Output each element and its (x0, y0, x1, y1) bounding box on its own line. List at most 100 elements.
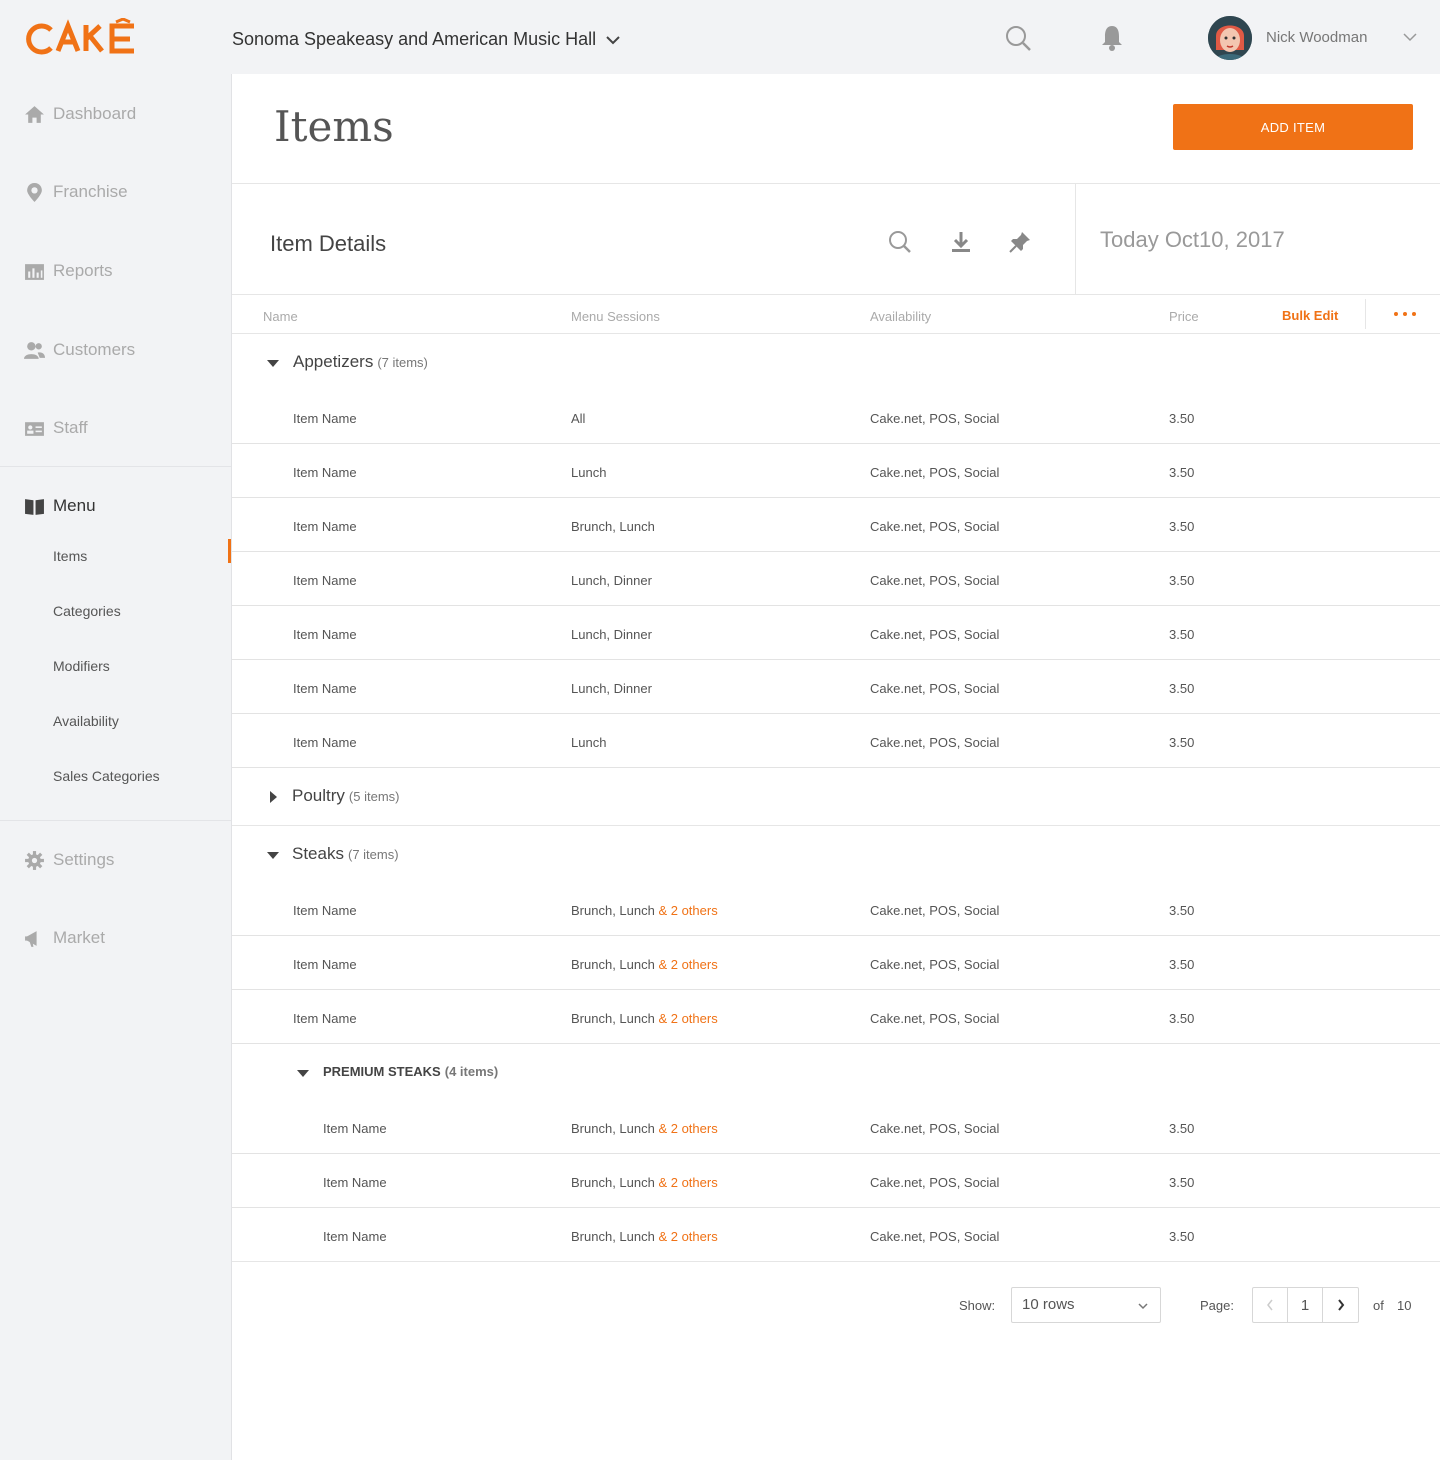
menu-sessions-cell: Brunch, Lunch & 2 others (571, 903, 718, 918)
availability-cell: Cake.net, POS, Social (870, 1121, 999, 1136)
sidebar-item-staff[interactable]: Staff (24, 416, 88, 440)
menu-sessions-cell-text: Lunch, Dinner (571, 573, 652, 588)
availability-cell: Cake.net, POS, Social (870, 681, 999, 696)
price-cell-text: 3.50 (1169, 903, 1195, 918)
next-page-button[interactable] (1323, 1288, 1358, 1322)
column-header-availability[interactable]: Availability (870, 309, 931, 324)
sidebar-item-label: Franchise (53, 182, 128, 201)
caret-down-icon[interactable] (266, 356, 280, 370)
sidebar-item-settings[interactable]: Settings (24, 848, 114, 872)
sidebar-item-label: Menu (53, 496, 96, 515)
column-header-menu-sessions[interactable]: Menu Sessions (571, 309, 660, 324)
search-icon[interactable] (1005, 25, 1031, 51)
table-row[interactable]: Item Name Lunch, Dinner Cake.net, POS, Soc… (232, 552, 1440, 606)
prev-page-button[interactable] (1253, 1288, 1288, 1322)
column-header-price[interactable]: Price (1169, 309, 1199, 324)
table-row[interactable]: Item Name All Cake.net, POS, Social 3.50 (232, 390, 1440, 444)
table-row[interactable]: Item Name Lunch Cake.net, POS, Social 3.50 (232, 444, 1440, 498)
item-name-cell-text: Item Name (323, 1229, 387, 1244)
caret-down-icon[interactable] (266, 848, 280, 862)
price-cell: 3.50 (1169, 573, 1194, 588)
chevron-down-icon[interactable] (1403, 32, 1417, 42)
more-sessions-link[interactable]: & 2 others (658, 1229, 717, 1244)
table-row[interactable]: Item Name Lunch, Dinner Cake.net, POS, Soc… (232, 606, 1440, 660)
group-header[interactable]: Poultry (5 items) (232, 768, 1440, 826)
table-row[interactable]: Item Name Lunch Cake.net, POS, Social 3.50 (232, 714, 1440, 768)
table-row[interactable]: Item Name Brunch, Lunch & 2 others Cake.ne… (232, 990, 1440, 1044)
table-row[interactable]: Item Name Brunch, Lunch & 2 others Cake.ne… (232, 1208, 1440, 1262)
download-icon[interactable] (949, 230, 973, 254)
sidebar-item-customers[interactable]: Customers (24, 338, 135, 362)
table-row[interactable]: Item Name Brunch, Lunch & 2 others Cake.ne… (232, 936, 1440, 990)
venue-selector[interactable]: Sonoma Speakeasy and American Music Hall (232, 29, 620, 50)
more-options-icon[interactable] (1392, 304, 1418, 324)
menu-sessions-cell-text: Brunch, Lunch (571, 1011, 659, 1026)
price-cell-text: 3.50 (1169, 465, 1195, 480)
price-cell: 3.50 (1169, 1011, 1194, 1026)
venue-name: Sonoma Speakeasy and American Music Hall (232, 29, 597, 49)
bulk-edit-link[interactable]: Bulk Edit (1282, 308, 1338, 323)
add-item-button[interactable]: ADD ITEM (1173, 104, 1413, 150)
cake-logo[interactable] (24, 18, 156, 58)
price-cell: 3.50 (1169, 903, 1194, 918)
availability-cell-text: Cake.net, POS, Social (870, 681, 1000, 696)
item-name-cell-text: Item Name (293, 465, 357, 480)
more-sessions-link[interactable]: & 2 others (658, 1121, 717, 1136)
divider (232, 1261, 1440, 1262)
table-row[interactable]: Item Name Brunch, Lunch & 2 others Cake.ne… (232, 1154, 1440, 1208)
price-cell: 3.50 (1169, 1121, 1194, 1136)
table-row[interactable]: Item Name Brunch, Lunch & 2 others Cake.ne… (232, 1100, 1440, 1154)
table-row[interactable]: Item Name Lunch, Dinner Cake.net, POS, Soc… (232, 660, 1440, 714)
menu-sessions-cell-text: Brunch, Lunch (571, 1121, 659, 1136)
availability-cell: Cake.net, POS, Social (870, 573, 999, 588)
table-row[interactable]: Item Name Brunch, Lunch Cake.net, POS, Soc… (232, 498, 1440, 552)
sidebar-item-dashboard[interactable]: Dashboard (24, 102, 136, 126)
bell-icon[interactable] (1100, 24, 1124, 52)
menu-sessions-cell-text: Lunch (571, 735, 607, 750)
sidebar-subitem-modifiers[interactable]: Modifiers (53, 658, 110, 674)
caret-right-icon[interactable] (266, 790, 280, 804)
rows-per-page-select[interactable]: 10 rows (1011, 1287, 1161, 1323)
divider (232, 183, 1440, 184)
group-header[interactable]: Appetizers (7 items) (232, 334, 1440, 390)
group-count: (7 items) (347, 847, 399, 862)
price-cell: 3.50 (1169, 681, 1194, 696)
menu-sessions-cell-text: All (571, 411, 586, 426)
group-name: Poultry (5 items) (292, 786, 399, 806)
user-name[interactable]: Nick Woodman (1266, 29, 1367, 46)
more-sessions-link[interactable]: & 2 others (658, 957, 717, 972)
sidebar-subitem-availability[interactable]: Availability (53, 713, 119, 729)
more-sessions-link[interactable]: & 2 others (658, 1175, 717, 1190)
sidebar-item-label: Dashboard (53, 104, 137, 123)
price-cell: 3.50 (1169, 957, 1194, 972)
sidebar-subitem-categories[interactable]: Categories (53, 603, 121, 619)
more-sessions-link[interactable]: & 2 others (658, 903, 717, 918)
table-row[interactable]: Item Name Brunch, Lunch & 2 others Cake.ne… (232, 882, 1440, 936)
price-cell-text: 3.50 (1169, 1121, 1195, 1136)
sidebar-item-menu[interactable]: Menu (24, 494, 96, 518)
subgroup-header[interactable]: PREMIUM STEAKS (4 items) (232, 1044, 1440, 1100)
caret-down-icon[interactable] (296, 1066, 310, 1080)
search-icon[interactable] (888, 230, 912, 254)
page-number-input[interactable]: 1 (1288, 1288, 1323, 1322)
sidebar-item-reports[interactable]: Reports (24, 259, 113, 283)
item-name-cell: Item Name (293, 519, 357, 534)
price-cell-text: 3.50 (1169, 1175, 1195, 1190)
menu-sessions-cell: Brunch, Lunch & 2 others (571, 957, 718, 972)
menu-sessions-cell-text: Brunch, Lunch (571, 903, 659, 918)
more-sessions-link[interactable]: & 2 others (658, 1011, 717, 1026)
sidebar-item-market[interactable]: Market (24, 926, 105, 950)
sidebar-item-franchise[interactable]: Franchise (24, 180, 128, 204)
sidebar-item-label: Staff (53, 418, 88, 437)
avatar[interactable] (1208, 16, 1252, 60)
availability-cell: Cake.net, POS, Social (870, 519, 999, 534)
sidebar-subitem-items[interactable]: Items (53, 548, 87, 564)
group-count: (5 items) (348, 789, 400, 804)
sidebar-subitem-sales-categories[interactable]: Sales Categories (53, 768, 160, 784)
column-header-name[interactable]: Name (263, 309, 298, 324)
menu-sessions-cell: Brunch, Lunch & 2 others (571, 1175, 718, 1190)
group-header[interactable]: Steaks (7 items) (232, 826, 1440, 882)
menu-sessions-cell: Brunch, Lunch & 2 others (571, 1121, 718, 1136)
menu-sessions-cell: Brunch, Lunch & 2 others (571, 1229, 718, 1244)
pin-icon[interactable] (1008, 230, 1032, 254)
